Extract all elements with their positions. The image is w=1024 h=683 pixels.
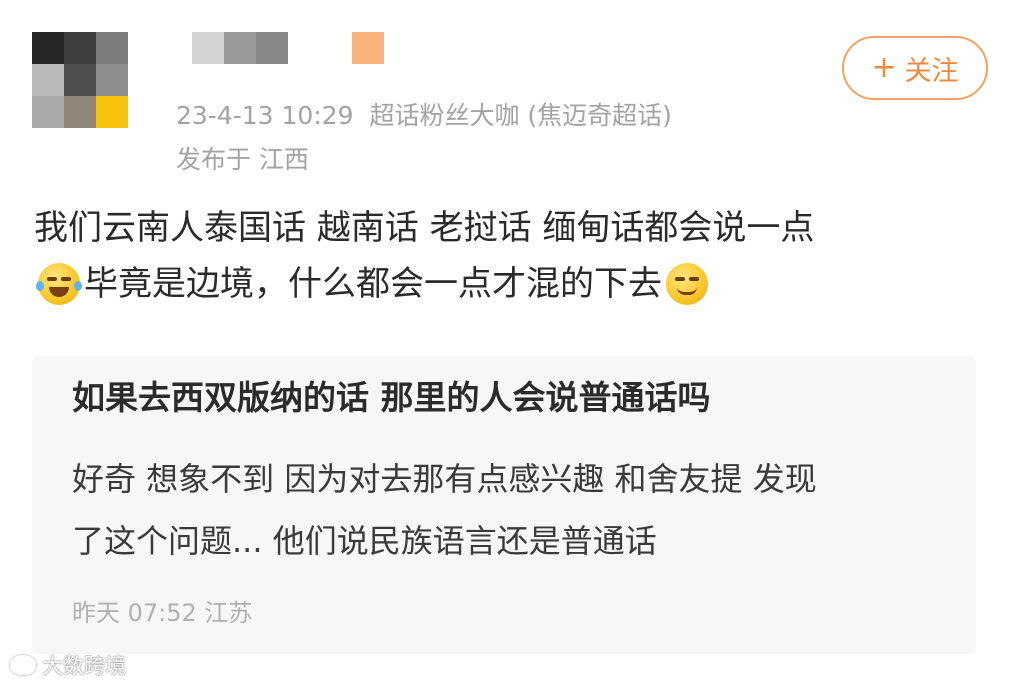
- post-text: 我们云南人泰国话 越南话 老挝话 缅甸话都会说一点 毕竟是边境，什么都会一点才混…: [34, 200, 974, 312]
- post-text-line-1: 我们云南人泰国话 越南话 老挝话 缅甸话都会说一点: [34, 208, 815, 248]
- post-text-line-2: 毕竟是边境，什么都会一点才混的下去: [84, 264, 662, 304]
- watermark-text: 大数跨境: [42, 654, 126, 678]
- username[interactable]: [192, 32, 384, 64]
- avatar-pixel: [96, 64, 128, 96]
- smirk-emoji: [666, 263, 708, 305]
- avatar-pixel: [96, 96, 128, 128]
- username-pixel: [256, 32, 288, 64]
- quoted-post-title: 如果去西双版纳的话 那里的人会说普通话吗: [72, 378, 711, 417]
- post-source[interactable]: 超话粉丝大咖 (焦迈奇超话): [369, 101, 671, 130]
- avatar-pixel: [96, 32, 128, 64]
- post-meta: 23-4-13 10:29 超话粉丝大咖 (焦迈奇超话) 发布于 江西: [176, 94, 672, 182]
- laugh-cry-emoji: [36, 263, 82, 305]
- plus-icon: +: [871, 50, 897, 85]
- avatar-pixel: [32, 96, 64, 128]
- avatar[interactable]: [32, 32, 128, 128]
- avatar-pixel: [64, 96, 96, 128]
- avatar-pixel: [32, 32, 64, 64]
- avatar-pixel: [32, 64, 64, 96]
- quoted-post-meta: 昨天 07:52 江苏: [72, 599, 253, 627]
- quoted-post-card[interactable]: 如果去西双版纳的话 那里的人会说普通话吗 好奇 想象不到 因为对去那有点感兴趣 …: [32, 356, 976, 654]
- quoted-post-body-line-1: 好奇 想象不到 因为对去那有点感兴趣 和舍友提 发现: [72, 460, 817, 498]
- watermark: 大数跨境: [10, 650, 126, 680]
- username-pixel: [192, 32, 224, 64]
- follow-label: 关注: [904, 55, 959, 87]
- avatar-pixel: [64, 32, 96, 64]
- post-timestamp: 23-4-13 10:29: [176, 101, 354, 130]
- post-location: 发布于 江西: [176, 145, 309, 174]
- quoted-post-body: 好奇 想象不到 因为对去那有点感兴趣 和舍友提 发现 了这个问题... 他们说民…: [72, 448, 952, 572]
- weibo-logo-icon: [10, 655, 36, 675]
- quoted-post-body-line-2: 了这个问题... 他们说民族语言还是普通话: [72, 522, 657, 560]
- weibo-comment-screenshot: + 关注 23-4-13 10:29 超话粉丝大咖 (焦迈奇超话) 发布于 江西…: [0, 0, 1024, 683]
- member-badge-icon: [352, 32, 384, 64]
- username-pixel: [224, 32, 256, 64]
- follow-button[interactable]: + 关注: [842, 36, 988, 100]
- avatar-pixel: [64, 64, 96, 96]
